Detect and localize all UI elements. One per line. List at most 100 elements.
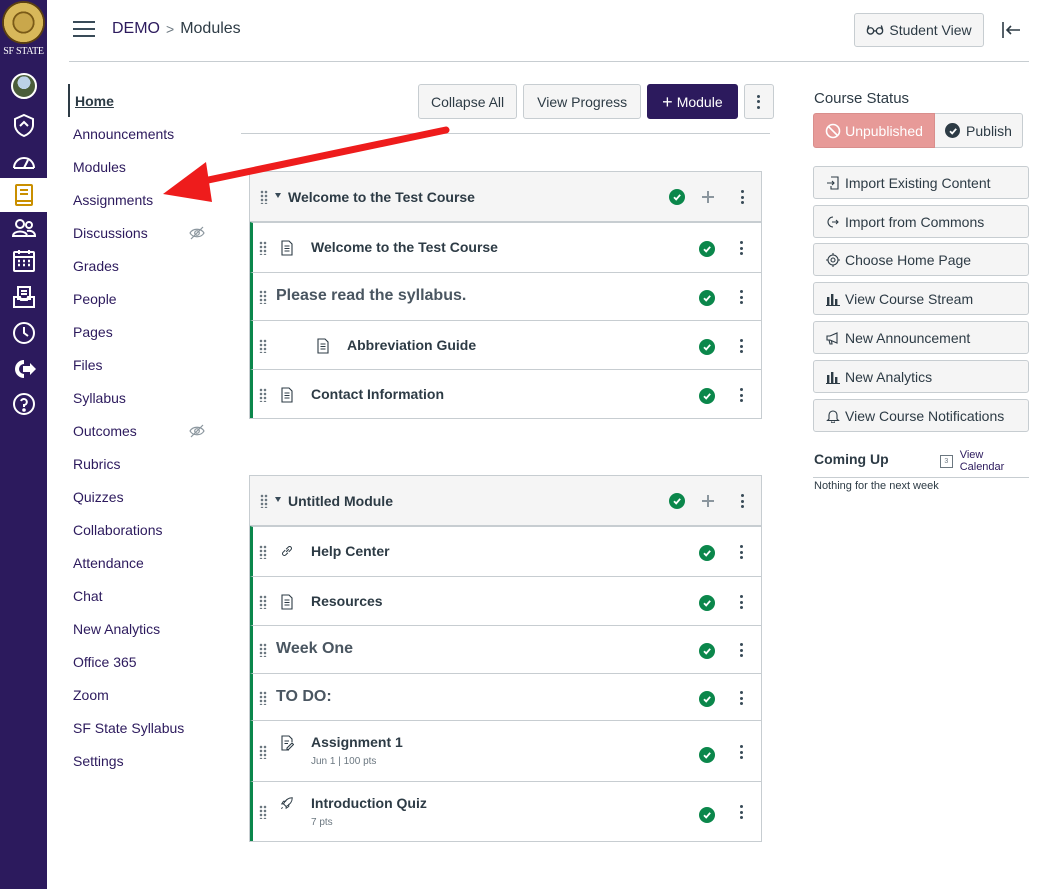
view-progress-button[interactable]: View Progress	[523, 84, 642, 119]
drag-handle-icon[interactable]	[259, 241, 267, 255]
item-menu-kebab-icon[interactable]	[739, 388, 743, 402]
sidebar-view-course-notifications-button[interactable]: View Course Notifications	[813, 399, 1029, 432]
drag-handle-icon[interactable]	[260, 190, 268, 204]
drag-handle-icon[interactable]	[259, 339, 267, 353]
published-check-icon[interactable]	[669, 493, 685, 509]
course-nav-item-office-365[interactable]: Office 365	[68, 645, 228, 678]
sidebar-import-from-commons-button[interactable]: Import from Commons	[813, 205, 1029, 238]
admin-icon[interactable]	[0, 108, 47, 142]
module-item[interactable]: Week One	[250, 625, 761, 673]
course-nav-item-discussions[interactable]: Discussions	[68, 216, 228, 249]
drag-handle-icon[interactable]	[259, 691, 267, 705]
account-icon[interactable]	[0, 69, 47, 103]
course-nav-item-modules[interactable]: Modules	[68, 150, 228, 183]
sidebar-view-course-stream-button[interactable]: View Course Stream	[813, 282, 1029, 315]
module-item[interactable]: Resources	[250, 576, 761, 625]
breadcrumb-course[interactable]: DEMO	[112, 20, 160, 38]
course-nav-item-pages[interactable]: Pages	[68, 315, 228, 348]
published-check-icon[interactable]	[699, 241, 715, 257]
module-header[interactable]: Welcome to the Test Course	[250, 172, 761, 222]
commons-icon[interactable]	[0, 352, 47, 386]
calendar-icon[interactable]	[0, 244, 47, 278]
course-nav-item-zoom[interactable]: Zoom	[68, 678, 228, 711]
module-item-title[interactable]: Introduction Quiz	[311, 795, 427, 811]
item-menu-kebab-icon[interactable]	[740, 190, 744, 204]
course-nav-item-assignments[interactable]: Assignments	[68, 183, 228, 216]
caret-down-icon[interactable]	[275, 497, 281, 502]
inbox-icon[interactable]	[0, 280, 47, 314]
hamburger-menu-button[interactable]	[73, 20, 95, 38]
course-nav-item-announcements[interactable]: Announcements	[68, 117, 228, 150]
published-check-icon[interactable]	[699, 807, 715, 823]
sidebar-new-announcement-button[interactable]: New Announcement	[813, 321, 1029, 354]
publish-button[interactable]: Publish	[935, 113, 1023, 148]
published-check-icon[interactable]	[699, 643, 715, 659]
add-module-button[interactable]: + Module	[647, 84, 738, 119]
course-nav-item-collaborations[interactable]: Collaborations	[68, 513, 228, 546]
drag-handle-icon[interactable]	[260, 494, 268, 508]
history-icon[interactable]	[0, 316, 47, 350]
module-item-title[interactable]: Welcome to the Test Course	[311, 239, 498, 255]
sidebar-new-analytics-button[interactable]: New Analytics	[813, 360, 1029, 393]
module-item[interactable]: Abbreviation Guide	[250, 320, 761, 369]
courses-icon[interactable]	[0, 178, 47, 212]
sidebar-import-existing-content-button[interactable]: Import Existing Content	[813, 166, 1029, 199]
dashboard-icon[interactable]	[0, 144, 47, 178]
published-check-icon[interactable]	[669, 189, 685, 205]
course-nav-item-home[interactable]: Home	[68, 84, 228, 117]
sidebar-choose-home-page-button[interactable]: Choose Home Page	[813, 243, 1029, 276]
module-item-title[interactable]: Contact Information	[311, 386, 444, 402]
published-check-icon[interactable]	[699, 691, 715, 707]
add-item-plus-icon[interactable]	[702, 191, 714, 203]
drag-handle-icon[interactable]	[259, 745, 267, 759]
student-view-button[interactable]: Student View	[854, 13, 984, 47]
item-menu-kebab-icon[interactable]	[739, 595, 743, 609]
published-check-icon[interactable]	[699, 388, 715, 404]
module-item[interactable]: Please read the syllabus.	[250, 272, 761, 320]
caret-down-icon[interactable]	[275, 193, 281, 198]
module-item-title[interactable]: Assignment 1	[311, 734, 403, 750]
drag-handle-icon[interactable]	[259, 388, 267, 402]
view-calendar-link[interactable]: 3 View Calendar	[940, 449, 1029, 473]
item-menu-kebab-icon[interactable]	[740, 494, 744, 508]
course-nav-item-files[interactable]: Files	[68, 348, 228, 381]
module-item-title[interactable]: Abbreviation Guide	[347, 337, 476, 353]
item-menu-kebab-icon[interactable]	[739, 643, 743, 657]
add-item-plus-icon[interactable]	[702, 495, 714, 507]
course-nav-item-new-analytics[interactable]: New Analytics	[68, 612, 228, 645]
course-nav-item-sf-state-syllabus[interactable]: SF State Syllabus	[68, 711, 228, 744]
unpublished-button[interactable]: Unpublished	[813, 113, 935, 148]
course-nav-item-grades[interactable]: Grades	[68, 249, 228, 282]
item-menu-kebab-icon[interactable]	[739, 339, 743, 353]
module-item[interactable]: Help Center	[250, 526, 761, 576]
course-nav-item-chat[interactable]: Chat	[68, 579, 228, 612]
module-item[interactable]: Welcome to the Test Course	[250, 222, 761, 272]
drag-handle-icon[interactable]	[259, 290, 267, 304]
published-check-icon[interactable]	[699, 595, 715, 611]
item-menu-kebab-icon[interactable]	[739, 241, 743, 255]
course-nav-item-attendance[interactable]: Attendance	[68, 546, 228, 579]
module-item[interactable]: TO DO:	[250, 673, 761, 720]
collapse-sidebar-button[interactable]	[1000, 19, 1022, 41]
module-item[interactable]: Assignment 1 Jun 1 | 100 pts	[250, 720, 761, 781]
more-options-button[interactable]	[743, 84, 774, 119]
course-nav-item-syllabus[interactable]: Syllabus	[68, 381, 228, 414]
module-item[interactable]: Contact Information	[250, 369, 761, 418]
drag-handle-icon[interactable]	[259, 643, 267, 657]
item-menu-kebab-icon[interactable]	[739, 691, 743, 705]
module-header[interactable]: Untitled Module	[250, 476, 761, 526]
published-check-icon[interactable]	[699, 747, 715, 763]
module-item[interactable]: Introduction Quiz 7 pts	[250, 781, 761, 841]
module-item-title[interactable]: Resources	[311, 593, 383, 609]
drag-handle-icon[interactable]	[259, 595, 267, 609]
module-item-title[interactable]: Help Center	[311, 543, 390, 559]
course-nav-item-outcomes[interactable]: Outcomes	[68, 414, 228, 447]
help-icon[interactable]	[0, 387, 47, 421]
drag-handle-icon[interactable]	[259, 545, 267, 559]
groups-icon[interactable]	[0, 211, 47, 245]
published-check-icon[interactable]	[699, 545, 715, 561]
course-nav-item-quizzes[interactable]: Quizzes	[68, 480, 228, 513]
item-menu-kebab-icon[interactable]	[739, 745, 743, 759]
drag-handle-icon[interactable]	[259, 805, 267, 819]
item-menu-kebab-icon[interactable]	[739, 290, 743, 304]
